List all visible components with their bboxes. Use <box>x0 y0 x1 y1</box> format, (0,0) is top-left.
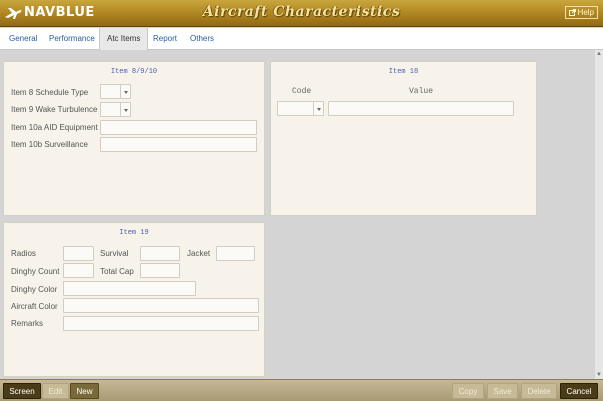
tab-report[interactable]: Report <box>146 28 184 50</box>
chevron-down-icon <box>120 85 130 98</box>
aircraft-color-label: Aircraft Color <box>11 302 58 311</box>
remarks-field[interactable] <box>63 316 259 331</box>
wake-turbulence-label: Item 9 Wake Turbulence <box>11 105 98 114</box>
total-cap-field[interactable] <box>140 263 180 278</box>
item-18-title: Item 18 <box>388 68 419 76</box>
app-header: NAVBLUE Aircraft Characteristics Help <box>0 0 603 27</box>
surveillance-field[interactable] <box>100 137 257 152</box>
page-title: Aircraft Characteristics <box>202 4 401 20</box>
vertical-scrollbar[interactable]: ▲ ▼ <box>595 50 603 379</box>
schedule-type-label: Item 8 Schedule Type <box>11 88 89 97</box>
dinghy-count-label: Dinghy Count <box>11 267 60 276</box>
radios-label: Radios <box>11 249 36 258</box>
item-8-9-10-panel: Item 8/9/10 Item 8 Schedule Type Item 9 … <box>3 61 265 216</box>
screen-button[interactable]: Screen <box>3 383 41 399</box>
aircraft-color-field[interactable] <box>63 298 259 313</box>
chevron-down-icon <box>313 102 323 115</box>
external-link-icon <box>568 9 576 16</box>
tab-general[interactable]: General <box>2 28 44 50</box>
new-button[interactable]: New <box>70 383 99 399</box>
item-19-title: Item 19 <box>119 229 149 237</box>
total-cap-label: Total Cap <box>100 267 134 276</box>
dinghy-count-field[interactable] <box>63 263 94 278</box>
help-button[interactable]: Help <box>564 6 598 19</box>
dinghy-color-label: Dinghy Color <box>11 285 58 294</box>
tab-bar: General Performance Atc Items Report Oth… <box>0 28 603 51</box>
help-label: Help <box>577 8 594 17</box>
edit-button[interactable]: Edit <box>42 383 69 399</box>
item-8-9-10-title: Item 8/9/10 <box>110 68 158 76</box>
surveillance-label: Item 10b Surveillance <box>11 140 88 149</box>
tab-atc-items[interactable]: Atc Items <box>99 28 149 51</box>
tab-performance[interactable]: Performance <box>42 28 102 50</box>
code-dropdown[interactable] <box>277 101 324 116</box>
cancel-button[interactable]: Cancel <box>560 383 598 399</box>
dinghy-color-field[interactable] <box>63 281 196 296</box>
tab-others[interactable]: Others <box>183 28 221 50</box>
code-column-header: Code <box>292 87 312 96</box>
aid-equipment-field[interactable] <box>100 120 257 135</box>
remarks-label: Remarks <box>11 319 44 328</box>
scroll-up-icon[interactable]: ▲ <box>596 51 602 57</box>
chevron-down-icon <box>120 103 130 116</box>
copy-button[interactable]: Copy <box>452 383 484 399</box>
delete-button[interactable]: Delete <box>521 383 557 399</box>
scroll-down-icon[interactable]: ▼ <box>596 372 602 378</box>
value-column-header: Value <box>409 87 434 96</box>
jacket-label: Jacket <box>187 249 211 258</box>
footer-toolbar: Screen Edit New Copy Save Delete Cancel <box>0 379 603 401</box>
value-field[interactable] <box>328 101 514 116</box>
jacket-field[interactable] <box>216 246 255 261</box>
survival-field[interactable] <box>140 246 180 261</box>
aid-equipment-label: Item 10a AID Equipment <box>11 123 98 132</box>
wake-turbulence-dropdown[interactable] <box>100 102 131 117</box>
survival-label: Survival <box>100 249 129 258</box>
radios-field[interactable] <box>63 246 94 261</box>
item-18-panel: Item 18 Code Value <box>270 61 537 216</box>
schedule-type-dropdown[interactable] <box>100 84 131 99</box>
item-19-panel: Item 19 Radios Survival Jacket Dinghy Co… <box>3 222 265 377</box>
save-button[interactable]: Save <box>487 383 518 399</box>
